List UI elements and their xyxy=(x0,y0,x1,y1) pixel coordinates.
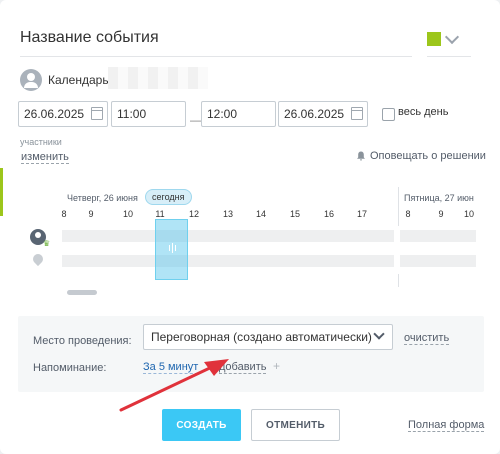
event-name-input[interactable]: Название события xyxy=(20,20,412,57)
reminder-label: Напоминание: xyxy=(33,362,107,374)
location-select[interactable]: Переговорная (создано автоматически) xyxy=(143,324,393,350)
end-date-field[interactable]: 26.06.2025 xyxy=(278,101,368,127)
day-gap xyxy=(394,226,400,274)
event-dialog: Название события Календарь: 26.06.2025 1… xyxy=(0,0,500,454)
start-time-field[interactable]: 11:00 xyxy=(111,101,186,127)
start-date-value: 26.06.2025 xyxy=(24,107,85,121)
hour-tick: 8 xyxy=(61,209,67,219)
planner-row-location[interactable] xyxy=(62,255,476,267)
owner-crown-icon: ♛ xyxy=(43,239,51,248)
hour-tick: 11 xyxy=(155,209,165,219)
notify-on-decision-link[interactable]: Оповещать о решении xyxy=(370,150,486,162)
calendar-icon[interactable] xyxy=(351,107,363,120)
location-pin-icon xyxy=(30,251,46,267)
full-form-link[interactable]: Полная форма xyxy=(408,419,485,432)
calendar-owner-avatar xyxy=(20,69,42,91)
hour-tick: 16 xyxy=(323,209,334,219)
calendar-label: Календарь: xyxy=(48,73,112,87)
end-time-value: 12:00 xyxy=(207,107,238,121)
end-time-field[interactable]: 12:00 xyxy=(201,101,276,127)
hour-tick: 10 xyxy=(122,209,133,219)
bell-icon xyxy=(357,151,365,161)
hour-tick: 10 xyxy=(463,209,474,219)
calendar-name-redacted[interactable] xyxy=(108,67,208,89)
drag-handle-icon[interactable] xyxy=(166,242,178,254)
hour-tick: 9 xyxy=(88,209,94,219)
end-date-value: 26.06.2025 xyxy=(284,107,345,121)
hour-tick: 17 xyxy=(356,209,367,219)
hour-tick: 14 xyxy=(255,209,266,219)
planner-row-owner[interactable] xyxy=(62,230,476,242)
planner-day-1-label: Четверг, 26 июня xyxy=(67,193,138,203)
hour-tick: 9 xyxy=(438,209,444,219)
color-picker[interactable] xyxy=(427,22,471,57)
change-participants-link[interactable]: изменить xyxy=(21,151,69,164)
cancel-button[interactable]: ОТМЕНИТЬ xyxy=(251,409,340,441)
clear-location-link[interactable]: очистить xyxy=(404,332,450,345)
today-badge: сегодня xyxy=(145,189,192,205)
location-label: Место проведения: xyxy=(33,335,132,347)
hour-tick: 8 xyxy=(405,209,411,219)
annotation-arrow-icon xyxy=(119,359,229,412)
chevron-down-icon xyxy=(444,29,460,45)
all-day-label[interactable]: весь день xyxy=(398,106,448,118)
start-date-field[interactable]: 26.06.2025 xyxy=(18,101,108,127)
left-accent-bar xyxy=(0,168,3,216)
location-value: Переговорная (создано автоматически) xyxy=(151,330,372,344)
hour-tick: 15 xyxy=(289,209,300,219)
hour-tick: 13 xyxy=(222,209,233,219)
all-day-checkbox[interactable] xyxy=(382,108,395,121)
color-swatch xyxy=(427,32,441,46)
planner-day-2-label: Пятница, 27 июн xyxy=(404,193,474,203)
participants-label: участники xyxy=(20,137,62,147)
start-time-value: 11:00 xyxy=(117,107,147,121)
calendar-icon[interactable] xyxy=(91,107,103,120)
planner-scrollbar[interactable] xyxy=(67,290,97,295)
chevron-down-icon xyxy=(373,328,385,340)
plus-icon[interactable]: + xyxy=(273,359,280,373)
create-button[interactable]: СОЗДАТЬ xyxy=(162,409,241,441)
hour-tick: 12 xyxy=(188,209,199,219)
